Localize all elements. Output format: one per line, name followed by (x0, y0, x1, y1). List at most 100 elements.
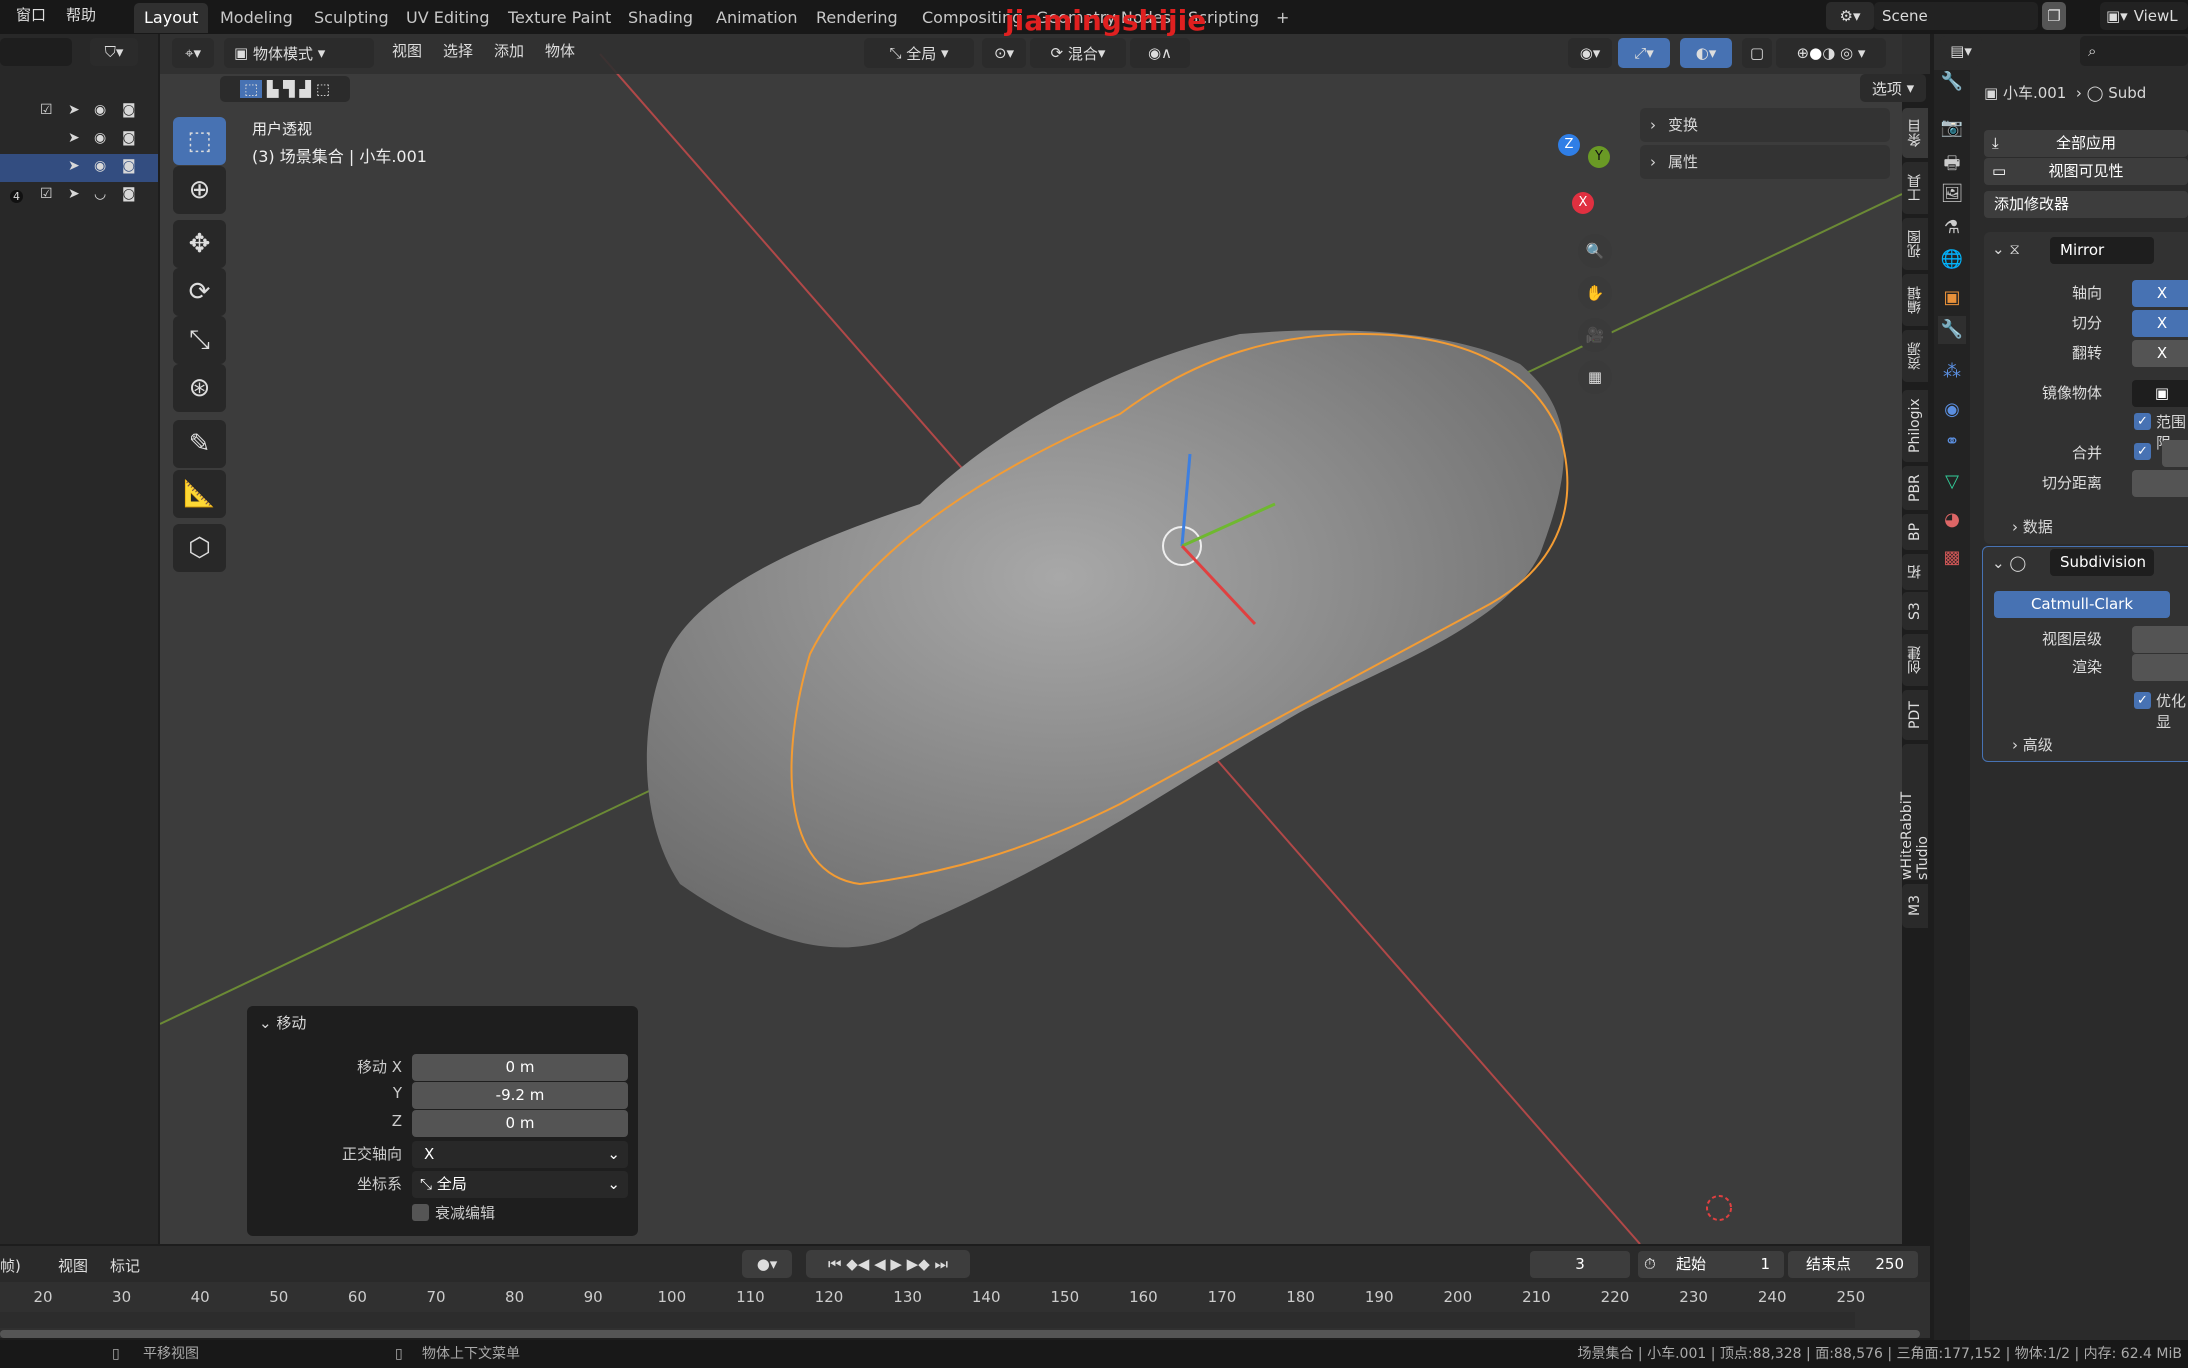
npanel-tab[interactable]: 拓 (1902, 554, 1928, 590)
modifier-icon[interactable]: 🔧 (1938, 316, 1966, 344)
clipping-checkbox[interactable]: ✓ (2134, 413, 2151, 430)
selectable-icon[interactable]: ➤ (68, 130, 80, 146)
collapse-icon[interactable]: ⌄ ⧖ (1992, 240, 2020, 258)
workspace-tab-rendering[interactable]: Rendering (806, 3, 908, 33)
add-modifier-button[interactable]: 添加修改器 (1984, 191, 2188, 218)
coord-dropdown[interactable]: ⤡ 全局 ⌄ (412, 1171, 628, 1198)
particles-icon[interactable]: ⁂ (1938, 358, 1966, 386)
overlay-toggle-icon[interactable]: ◐▾ (1680, 38, 1732, 68)
npanel-tab[interactable]: PDT (1902, 690, 1928, 740)
properties-search[interactable]: ⌕ (2080, 36, 2188, 66)
viewport-visibility-button[interactable]: ▭ 视图可见性 (1984, 158, 2188, 185)
view-layer-icon[interactable]: 🖼 (1938, 180, 1966, 208)
selectable-icon[interactable]: ➤ (68, 186, 80, 202)
camera-icon[interactable]: 🎥 (1578, 318, 1612, 352)
current-frame-field[interactable]: 3 (1530, 1251, 1630, 1278)
options-dropdown[interactable]: 选项 ▾ (1860, 74, 1926, 102)
menu-object[interactable]: 物体 (545, 40, 575, 61)
mode-dropdown[interactable]: ▣ 物体模式 ▾ (224, 38, 374, 68)
mirror-data-subpanel[interactable]: › 数据 (2012, 516, 2053, 537)
shading-modes[interactable]: ⊕ ● ◑ ◎ ▾ (1776, 38, 1886, 68)
gizmo-z[interactable]: Z (1558, 134, 1580, 156)
keyframe-record-icon[interactable]: ●▾ (742, 1250, 792, 1278)
selectable-icon[interactable]: ➤ (68, 102, 80, 118)
measure-tool[interactable]: 📐 (173, 470, 226, 518)
selectable-icon[interactable]: ➤ (68, 158, 80, 174)
catmull-clark-button[interactable]: Catmull-Clark (1994, 591, 2170, 618)
workspace-tab-sculpting[interactable]: Sculpting (304, 3, 399, 33)
gizmo-x[interactable]: X (1572, 192, 1594, 214)
move-x-field[interactable]: 0 m (412, 1054, 628, 1081)
material-icon[interactable]: ◕ (1938, 506, 1966, 534)
npanel-tab[interactable]: 编辑 (1902, 274, 1928, 326)
npanel-tab[interactable]: 资源 (1902, 330, 1928, 382)
move-z-field[interactable]: 0 m (412, 1110, 628, 1137)
mirror-name-field[interactable]: Mirror (2050, 237, 2154, 264)
timeline-scrollbar[interactable] (0, 1330, 1920, 1338)
mirror-bisect-x[interactable]: X (2132, 310, 2188, 337)
outliner-row[interactable]: ➤ ◉ ◙ (0, 126, 158, 154)
editor-type-icon[interactable]: ⌖▾ (172, 38, 214, 68)
move-tool[interactable]: ✥ (173, 220, 226, 268)
apply-all-button[interactable]: ⤓ 全部应用 (1984, 130, 2188, 157)
mirror-object-field[interactable]: ▣ (2132, 380, 2188, 407)
filter-icon[interactable]: ⛉▾ (90, 38, 138, 66)
timeline-view-menu[interactable]: 视图 (58, 1255, 88, 1276)
render-levels-field[interactable] (2132, 654, 2188, 681)
navigation-gizmo[interactable]: Z Y X (1510, 132, 1610, 222)
editor-type-icon[interactable]: ▤▾ (1940, 36, 1982, 66)
data-icon[interactable]: ▽ (1938, 468, 1966, 496)
menu-help[interactable]: 帮助 (66, 4, 96, 25)
orientation-dropdown[interactable]: ⤡ 全局 ▾ (864, 38, 974, 68)
npanel-transform[interactable]: › 变换 (1640, 108, 1890, 142)
npanel-tab[interactable]: PBR (1902, 466, 1928, 510)
collapse-icon[interactable]: ⌄ ◯ (1992, 554, 2026, 572)
npanel-tab[interactable]: Philogix (1902, 390, 1928, 462)
outliner-search[interactable] (0, 38, 72, 66)
output-icon[interactable]: 🖶 (1938, 150, 1966, 178)
outliner-row[interactable]: ☑ ➤ ◡ ◙ 4 (0, 182, 158, 210)
scale-tool[interactable]: ⤡ (173, 316, 226, 364)
redo-panel-header[interactable]: ⌄ 移动 (259, 1012, 306, 1033)
menu-window[interactable]: 窗口 (16, 4, 46, 25)
npanel-tab[interactable]: BP (1902, 514, 1928, 550)
menu-select[interactable]: 选择 (443, 40, 473, 61)
optimal-display-checkbox[interactable]: ✓ (2134, 692, 2151, 709)
eye-icon[interactable]: ◉ (94, 102, 106, 118)
axis-dropdown[interactable]: X ⌄ (412, 1141, 628, 1168)
visibility-icon[interactable]: ◉▾ (1568, 38, 1612, 68)
eye-icon[interactable]: ◉ (94, 130, 106, 146)
timeline-playback-menu[interactable]: 帧) (0, 1255, 21, 1276)
camera-render-icon[interactable]: ◙ (122, 130, 136, 146)
menu-add[interactable]: 添加 (494, 40, 524, 61)
bisect-distance-field[interactable] (2132, 470, 2188, 497)
levels-field[interactable] (2132, 626, 2188, 653)
outliner-row[interactable]: ☑ ➤ ◉ ◙ (0, 98, 158, 126)
eye-icon[interactable]: ◡ (94, 186, 106, 202)
select-box-tool[interactable]: ⬚ (173, 117, 226, 165)
gizmo-toggle-icon[interactable]: ⤢▾ (1618, 38, 1670, 68)
merge-distance-field[interactable] (2162, 440, 2188, 467)
pan-hand-icon[interactable]: ✋ (1578, 276, 1612, 310)
menu-view[interactable]: 视图 (392, 40, 422, 61)
npanel-tab[interactable]: 条目 (1902, 108, 1928, 158)
move-y-field[interactable]: -9.2 m (412, 1082, 628, 1109)
snap-dropdown[interactable]: ⟳ 混合 ▾ (1030, 38, 1126, 68)
mirror-axis-x[interactable]: X (2132, 280, 2188, 307)
render-icon[interactable]: 📷 (1938, 114, 1966, 142)
workspace-tab-shading[interactable]: Shading (618, 3, 703, 33)
outliner-row[interactable]: ➤ ◉ ◙ (0, 154, 158, 182)
mirror-flip-x[interactable]: X (2132, 340, 2188, 367)
merge-checkbox[interactable]: ✓ (2134, 443, 2151, 460)
grid-icon[interactable]: ▦ (1578, 360, 1612, 394)
camera-render-icon[interactable]: ◙ (122, 186, 136, 202)
zoom-icon[interactable]: 🔍 (1578, 234, 1612, 268)
npanel-tab[interactable]: 工具 (1902, 162, 1928, 214)
rotate-tool[interactable]: ⟳ (173, 268, 226, 316)
npanel-properties[interactable]: › 属性 (1640, 145, 1890, 179)
playback-controls[interactable]: ⏮ ◆◀ ◀ ▶ ▶◆ ⏭ (806, 1250, 970, 1278)
end-frame-field[interactable]: 结束点 250 (1788, 1251, 1918, 1278)
npanel-tab[interactable]: 视图 (1902, 218, 1928, 270)
scene-selector-icon[interactable]: ⚙▾ (1826, 2, 1874, 30)
xray-icon[interactable]: ▢ (1742, 38, 1772, 68)
